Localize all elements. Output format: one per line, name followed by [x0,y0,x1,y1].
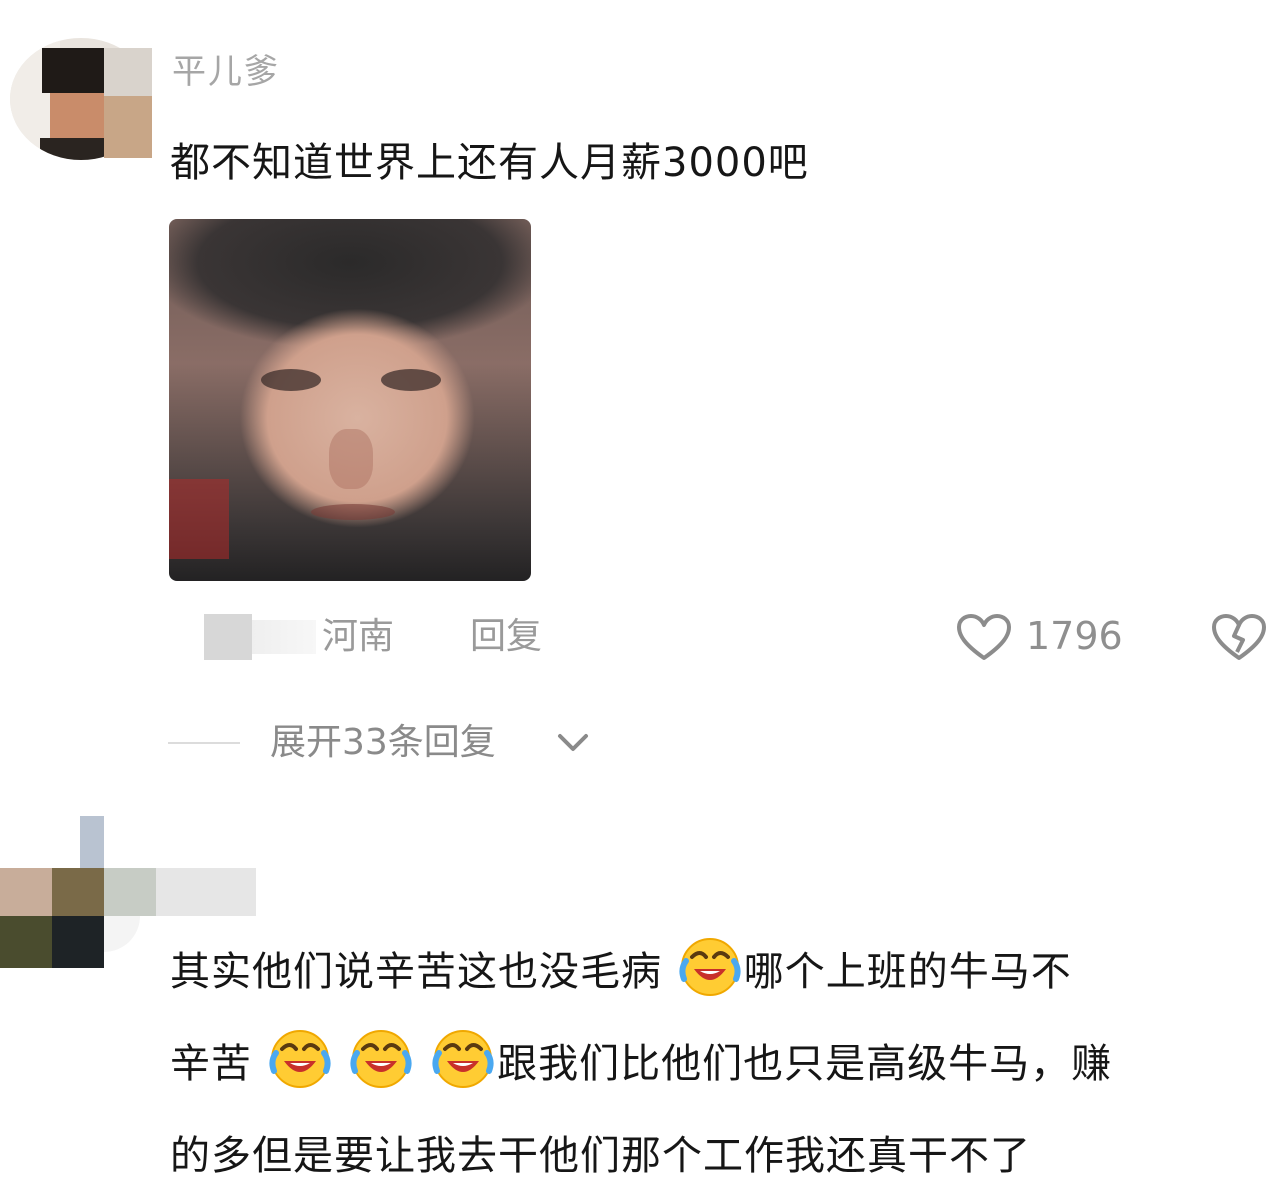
pixelated-mosaic [104,96,152,158]
comment-text: 其实他们说辛苦这也没毛病 哪个上班的牛马不 辛苦 跟我们比他们也只是高级牛马，赚… [170,926,1270,1202]
expand-replies-button[interactable]: 展开33条回复 [270,720,496,766]
emoji-group [252,1030,497,1088]
comment-text-line: 其实他们说辛苦这也没毛病 哪个上班的牛马不 [170,926,1270,1018]
ip-location: 河南 [322,616,395,657]
laughing-crying-emoji-icon [269,1030,331,1088]
emoji-group [662,938,744,996]
laughing-crying-emoji-icon [432,1030,494,1088]
comment-text-line: 的多但是要让我去干他们那个工作我还真干不了 [170,1133,1031,1179]
comment-text-line: 辛苦 跟我们比他们也只是高级牛马，赚 [170,1018,1270,1110]
comment-username[interactable]: 平儿爹 [172,52,280,92]
heart-outline-icon[interactable] [956,614,1012,662]
like-count: 1796 [1026,614,1123,658]
reply-button[interactable]: 回复 [470,614,542,660]
divider [168,742,240,744]
laughing-crying-emoji-icon [350,1030,413,1088]
broken-heart-icon[interactable] [1210,614,1268,662]
pixelated-mosaic [104,48,152,96]
laughing-crying-emoji-icon [679,938,741,996]
comment-image[interactable] [169,219,531,581]
comment-text: 都不知道世界上还有人月薪3000吧 [170,140,809,186]
chevron-down-icon[interactable] [556,730,590,754]
blurred-timestamp [204,614,252,660]
blurred-timestamp [252,620,316,654]
